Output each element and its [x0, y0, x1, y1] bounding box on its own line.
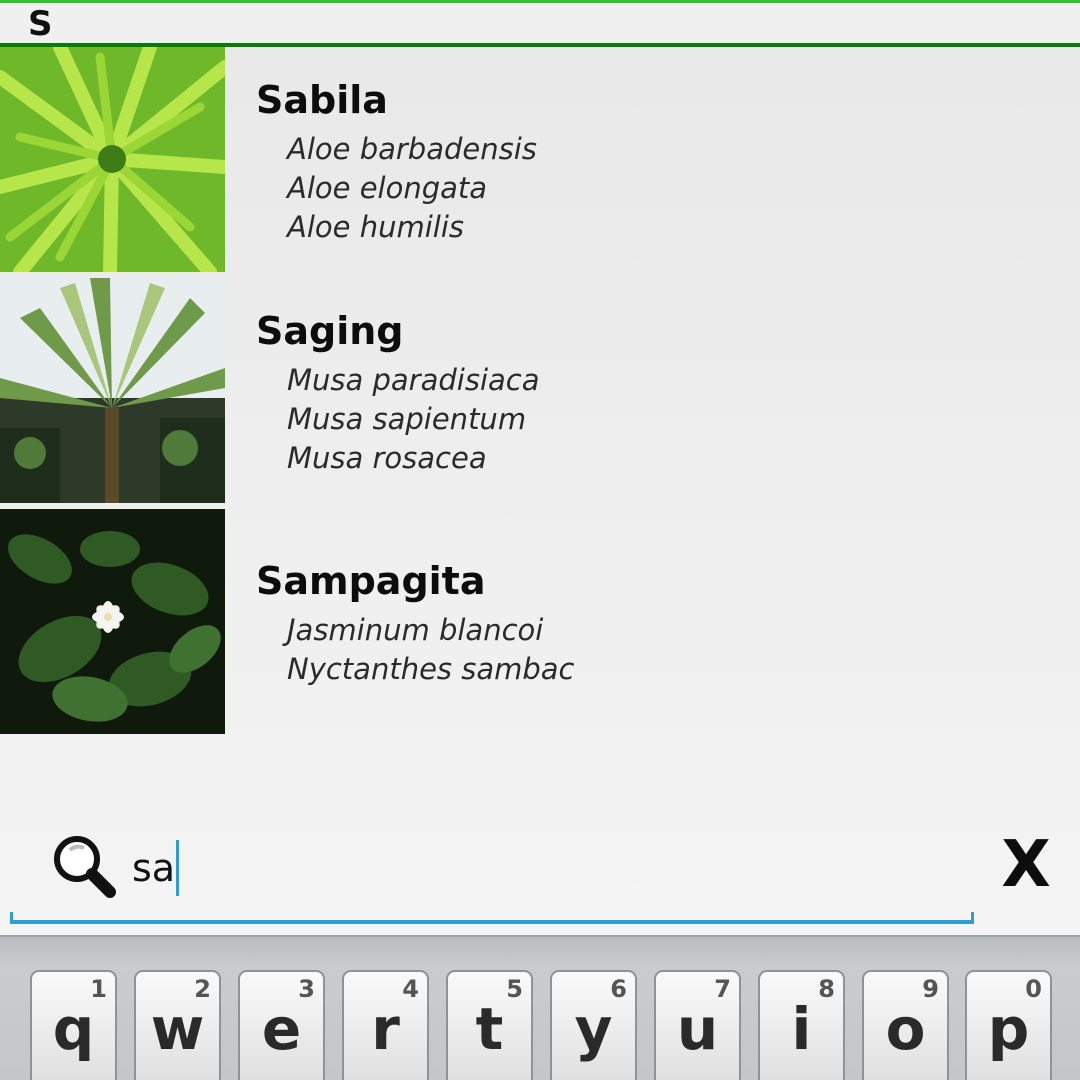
search-input[interactable]: sa: [132, 840, 952, 896]
key-u[interactable]: 7 u: [654, 970, 741, 1080]
scientific-name: Musa paradisiaca: [287, 363, 540, 397]
key-letter: r: [371, 995, 400, 1063]
search-bar: sa X: [0, 810, 1080, 935]
scientific-name: Nyctanthes sambac: [287, 652, 575, 686]
common-name: Sampagita: [256, 559, 486, 603]
key-q[interactable]: 1 q: [30, 970, 117, 1080]
key-w[interactable]: 2 w: [134, 970, 221, 1080]
key-letter: p: [987, 995, 1030, 1063]
key-r[interactable]: 4 r: [342, 970, 429, 1080]
key-o[interactable]: 9 o: [862, 970, 949, 1080]
text-cursor: [176, 840, 180, 896]
key-t[interactable]: 5 t: [446, 970, 533, 1080]
common-name: Saging: [256, 309, 404, 353]
search-query: sa: [132, 846, 176, 890]
key-letter: t: [475, 995, 504, 1063]
scientific-name: Aloe humilis: [287, 210, 464, 244]
scientific-names: Aloe barbadensis Aloe elongata Aloe humi…: [287, 130, 537, 247]
key-y[interactable]: 6 y: [550, 970, 637, 1080]
clear-button[interactable]: X: [996, 830, 1056, 900]
scientific-name: Jasminum blancoi: [287, 613, 544, 647]
plant-thumbnail-saging: [0, 278, 225, 503]
plant-thumbnail-sampagita: [0, 509, 225, 734]
list-item-sampagita[interactable]: Sampagita Jasminum blancoi Nyctanthes sa…: [0, 509, 1080, 734]
search-icon: [50, 832, 120, 902]
key-letter: e: [261, 995, 302, 1063]
section-letter: S: [28, 4, 53, 44]
plant-thumbnail-sabila: [0, 47, 225, 272]
scientific-names: Musa paradisiaca Musa sapientum Musa ros…: [287, 361, 540, 478]
scientific-name: Aloe barbadensis: [287, 132, 537, 166]
key-e[interactable]: 3 e: [238, 970, 325, 1080]
key-i[interactable]: 8 i: [758, 970, 845, 1080]
key-letter: o: [885, 995, 926, 1063]
key-letter: i: [791, 995, 812, 1063]
section-header: S: [0, 0, 1080, 47]
scientific-names: Jasminum blancoi Nyctanthes sambac: [287, 611, 575, 689]
key-letter: u: [676, 995, 719, 1063]
list-item-saging[interactable]: Saging Musa paradisiaca Musa sapientum M…: [0, 278, 1080, 503]
scientific-name: Aloe elongata: [287, 171, 488, 205]
list-item-sabila[interactable]: Sabila Aloe barbadensis Aloe elongata Al…: [0, 47, 1080, 272]
key-letter: w: [150, 995, 205, 1063]
key-letter: y: [574, 995, 613, 1063]
scientific-name: Musa rosacea: [287, 441, 487, 475]
app-screen: S Sabila Aloe barbadensis Aloe elongata …: [0, 0, 1080, 1080]
scientific-name: Musa sapientum: [287, 402, 527, 436]
common-name: Sabila: [256, 78, 388, 122]
key-p[interactable]: 0 p: [965, 970, 1052, 1080]
key-letter: q: [52, 995, 95, 1063]
search-underline: [10, 912, 974, 924]
keyboard: 1 q 2 w 3 e 4 r 5 t 6 y 7 u 8 i 9 o 0 p: [0, 935, 1080, 1080]
